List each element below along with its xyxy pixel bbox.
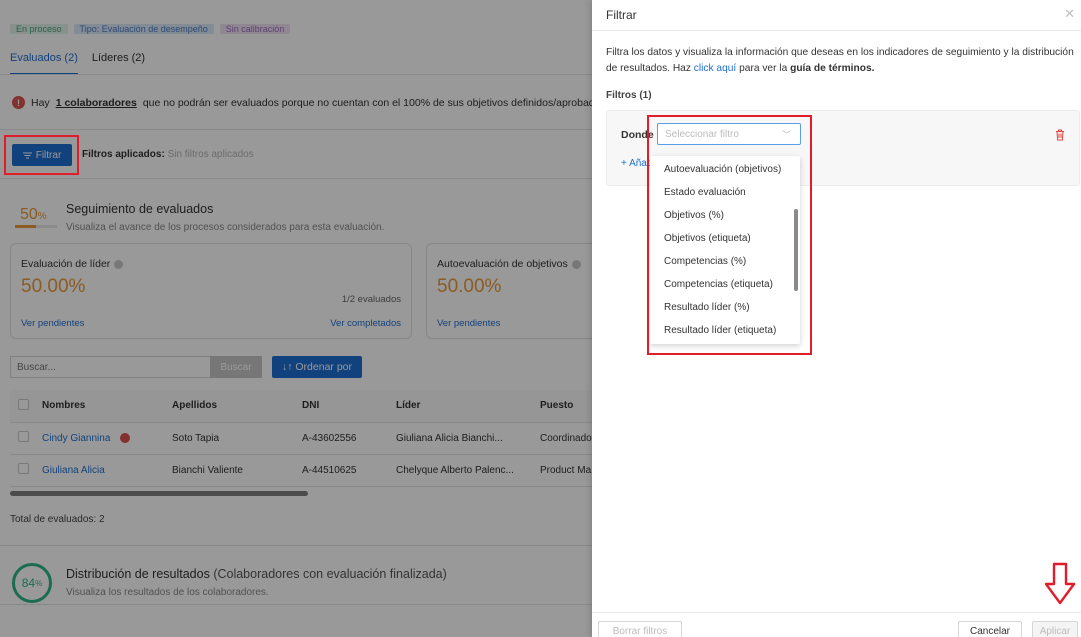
drawer-description: Filtra los datos y visualiza la informac… — [606, 47, 1074, 74]
arrow-down-icon — [1044, 562, 1076, 605]
highlight-filter-dropdown — [647, 115, 812, 355]
filters-count: Filtros (1) — [606, 90, 652, 101]
modal-overlay[interactable] — [0, 0, 592, 637]
highlight-filter-button — [4, 135, 79, 175]
trash-icon[interactable] — [1055, 129, 1065, 141]
terms-guide-link[interactable]: click aquí — [694, 63, 736, 74]
divider — [592, 612, 1081, 613]
clear-filters-button[interactable]: Borrar filtros — [598, 621, 682, 637]
divider — [592, 30, 1081, 31]
drawer-title: Filtrar — [606, 8, 637, 22]
cancel-button[interactable]: Cancelar — [958, 621, 1022, 637]
close-icon[interactable]: ✕ — [1064, 6, 1075, 22]
apply-button[interactable]: Aplicar — [1032, 621, 1078, 637]
